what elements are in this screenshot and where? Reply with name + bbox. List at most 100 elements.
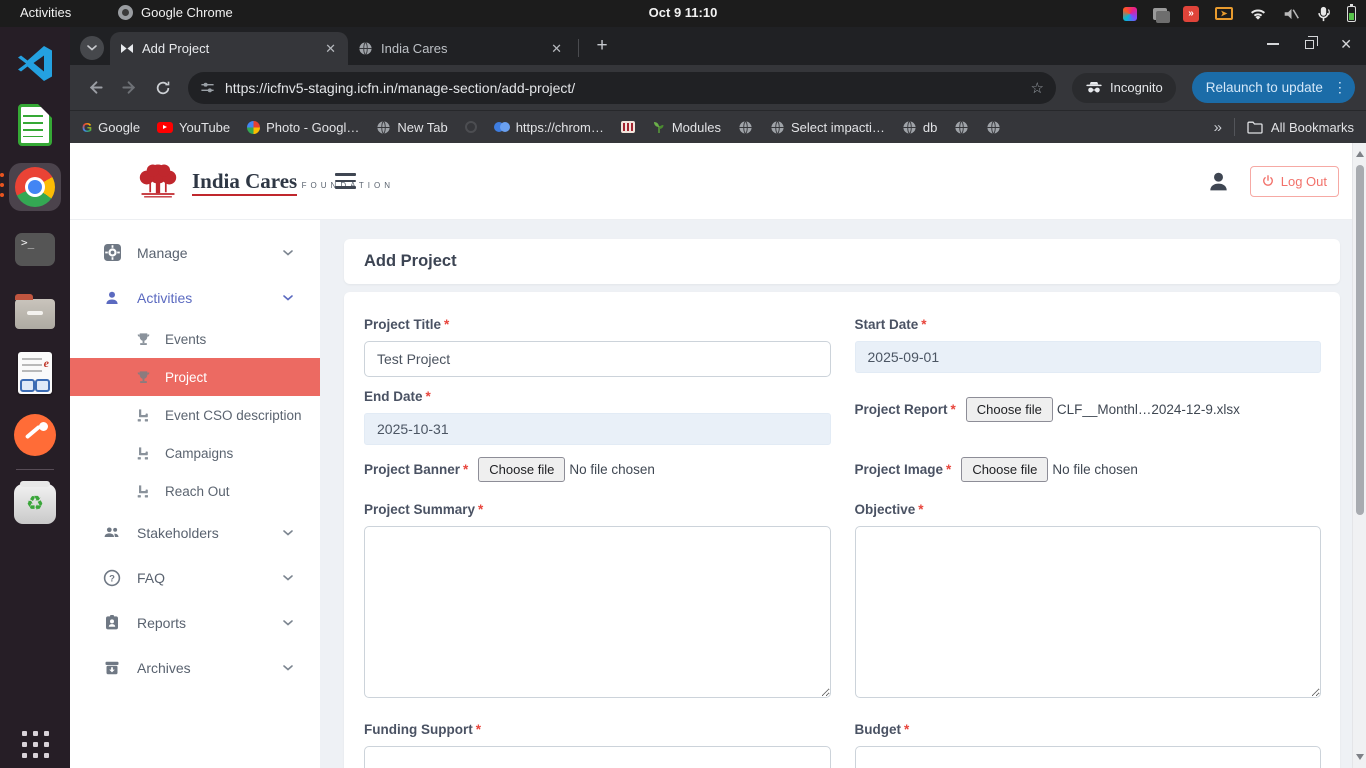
project-summary-textarea[interactable] bbox=[364, 526, 831, 698]
close-button[interactable]: ✕ bbox=[1340, 37, 1352, 51]
clock[interactable]: Oct 9 11:10 bbox=[649, 5, 718, 20]
bookmark-bajaj[interactable] bbox=[621, 121, 635, 133]
sidebar-item-archives[interactable]: Archives bbox=[70, 645, 320, 690]
sidebar-item-reports[interactable]: Reports bbox=[70, 600, 320, 645]
activities-button[interactable]: Activities bbox=[20, 5, 71, 20]
libreoffice-calc-icon[interactable] bbox=[9, 101, 61, 149]
app-grid-icon[interactable] bbox=[0, 731, 70, 758]
google-favicon: G bbox=[82, 120, 92, 135]
budget-input[interactable] bbox=[855, 746, 1322, 768]
budget-label: Budget* bbox=[855, 722, 1322, 737]
bookmark-new-tab[interactable]: New Tab bbox=[376, 120, 447, 135]
end-date-input[interactable] bbox=[364, 413, 831, 445]
tab-add-project[interactable]: Add Project ✕ bbox=[110, 32, 348, 65]
wifi-icon[interactable] bbox=[1249, 7, 1267, 21]
bookmark-db[interactable]: db bbox=[902, 120, 937, 135]
tab-search-button[interactable] bbox=[80, 36, 104, 60]
end-date-label: End Date* bbox=[364, 389, 831, 404]
sidebar-item-stakeholders[interactable]: Stakeholders bbox=[70, 510, 320, 555]
chat-bubble-icon[interactable] bbox=[1153, 8, 1167, 20]
bookmark-google[interactable]: GGoogle bbox=[82, 120, 140, 135]
document-viewer-icon[interactable]: e bbox=[9, 349, 61, 397]
bookmark-dim[interactable] bbox=[465, 121, 477, 133]
bookmark-chrome-link[interactable]: https://chrom… bbox=[494, 120, 604, 135]
archive-box-icon bbox=[102, 660, 122, 676]
system-top-bar: Activities Google Chrome Oct 9 11:10 » ➤ bbox=[0, 0, 1366, 27]
minimize-button[interactable] bbox=[1267, 43, 1279, 45]
tab-india-cares[interactable]: India Cares ✕ bbox=[348, 32, 574, 65]
remote-desktop-icon[interactable]: » bbox=[1183, 6, 1199, 22]
volume-muted-icon[interactable] bbox=[1283, 7, 1300, 21]
objective-textarea[interactable] bbox=[855, 526, 1322, 698]
sidebar-item-manage[interactable]: Manage bbox=[70, 230, 320, 275]
postman-icon[interactable] bbox=[9, 411, 61, 459]
start-date-input[interactable] bbox=[855, 341, 1322, 373]
bookmark-globe-3[interactable] bbox=[986, 120, 1001, 135]
terminal-icon[interactable]: >_ bbox=[9, 225, 61, 273]
address-bar[interactable]: https://icfnv5-staging.icfn.in/manage-se… bbox=[188, 72, 1056, 104]
blue-cloud-favicon bbox=[494, 122, 510, 132]
chevron-down-icon bbox=[283, 665, 293, 671]
sidebar-item-faq[interactable]: ? FAQ bbox=[70, 555, 320, 600]
site-settings-icon[interactable] bbox=[200, 80, 215, 95]
all-bookmarks-button[interactable]: All Bookmarks bbox=[1247, 120, 1354, 135]
project-report-file-name: CLF__Monthl…2024-12-9.xlsx bbox=[1057, 402, 1240, 417]
screen-cast-icon[interactable]: ➤ bbox=[1215, 7, 1233, 20]
browser-window: Add Project ✕ India Cares ✕ + ✕ https://… bbox=[70, 27, 1366, 768]
project-image-choose-file-button[interactable]: Choose file bbox=[961, 457, 1048, 482]
page-scrollbar[interactable] bbox=[1352, 143, 1366, 768]
bookmark-star-icon[interactable]: ☆ bbox=[1031, 79, 1044, 97]
bookmark-photos[interactable]: Photo - Googl… bbox=[247, 120, 359, 135]
browser-toolbar: https://icfnv5-staging.icfn.in/manage-se… bbox=[70, 65, 1366, 110]
gradient-cube-icon[interactable] bbox=[1123, 7, 1137, 21]
id-badge-icon bbox=[102, 614, 122, 631]
trash-icon[interactable]: ♻ bbox=[9, 480, 61, 528]
back-button[interactable] bbox=[80, 73, 110, 103]
sidebar-item-activities[interactable]: Activities bbox=[70, 275, 320, 320]
bookmark-globe-1[interactable] bbox=[738, 120, 753, 135]
kebab-menu-icon[interactable]: ⋮ bbox=[1333, 79, 1347, 96]
bookmark-modules[interactable]: Modules bbox=[652, 120, 721, 135]
add-project-form: Project Title* Start Date* End Date* bbox=[344, 292, 1340, 768]
globe-favicon bbox=[358, 41, 373, 56]
sidebar-subitem-event-cso-description[interactable]: Event CSO description bbox=[70, 396, 320, 434]
tab-close-icon[interactable]: ✕ bbox=[323, 41, 338, 57]
relaunch-to-update-button[interactable]: Relaunch to update ⋮ bbox=[1192, 72, 1355, 103]
bookmark-select-impact[interactable]: Select impacti… bbox=[770, 120, 885, 135]
url-text[interactable]: https://icfnv5-staging.icfn.in/manage-se… bbox=[225, 80, 1031, 96]
bookmark-globe-2[interactable] bbox=[954, 120, 969, 135]
globe-favicon bbox=[902, 120, 917, 135]
project-banner-choose-file-button[interactable]: Choose file bbox=[478, 457, 565, 482]
project-report-choose-file-button[interactable]: Choose file bbox=[966, 397, 1053, 422]
microphone-icon[interactable] bbox=[1316, 6, 1331, 22]
scroll-up-arrow[interactable] bbox=[1356, 151, 1364, 157]
battery-icon[interactable] bbox=[1347, 6, 1356, 22]
scroll-down-arrow[interactable] bbox=[1356, 754, 1364, 760]
chrome-icon[interactable] bbox=[9, 163, 61, 211]
sidebar-subitem-project[interactable]: Project bbox=[70, 358, 320, 396]
menu-toggle-button[interactable] bbox=[335, 173, 356, 189]
sidebar-subitem-campaigns[interactable]: Campaigns bbox=[70, 434, 320, 472]
vscode-icon[interactable] bbox=[9, 39, 61, 87]
tab-close-icon[interactable]: ✕ bbox=[549, 41, 564, 57]
project-title-input[interactable] bbox=[364, 341, 831, 377]
window-controls: ✕ bbox=[1267, 37, 1352, 51]
new-tab-button[interactable]: + bbox=[589, 35, 615, 57]
project-summary-label: Project Summary* bbox=[364, 502, 831, 517]
sidebar-subitem-events[interactable]: Events bbox=[70, 320, 320, 358]
logout-button[interactable]: Log Out bbox=[1250, 166, 1339, 197]
globe-favicon bbox=[738, 120, 753, 135]
files-icon[interactable] bbox=[9, 287, 61, 335]
forward-button[interactable] bbox=[114, 73, 144, 103]
funding-support-input[interactable] bbox=[364, 746, 831, 768]
project-banner-label: Project Banner* bbox=[364, 462, 468, 477]
reload-button[interactable] bbox=[148, 73, 178, 103]
profile-icon[interactable] bbox=[1207, 170, 1230, 193]
sidebar-subitem-reach-out[interactable]: Reach Out bbox=[70, 472, 320, 510]
system-tray: » ➤ bbox=[1123, 0, 1356, 27]
project-image-label: Project Image* bbox=[855, 462, 952, 477]
restore-button[interactable] bbox=[1305, 40, 1314, 49]
scrollbar-thumb[interactable] bbox=[1356, 165, 1364, 515]
bookmarks-overflow-chevron[interactable]: » bbox=[1214, 119, 1222, 136]
bookmark-youtube[interactable]: YouTube bbox=[157, 120, 230, 135]
